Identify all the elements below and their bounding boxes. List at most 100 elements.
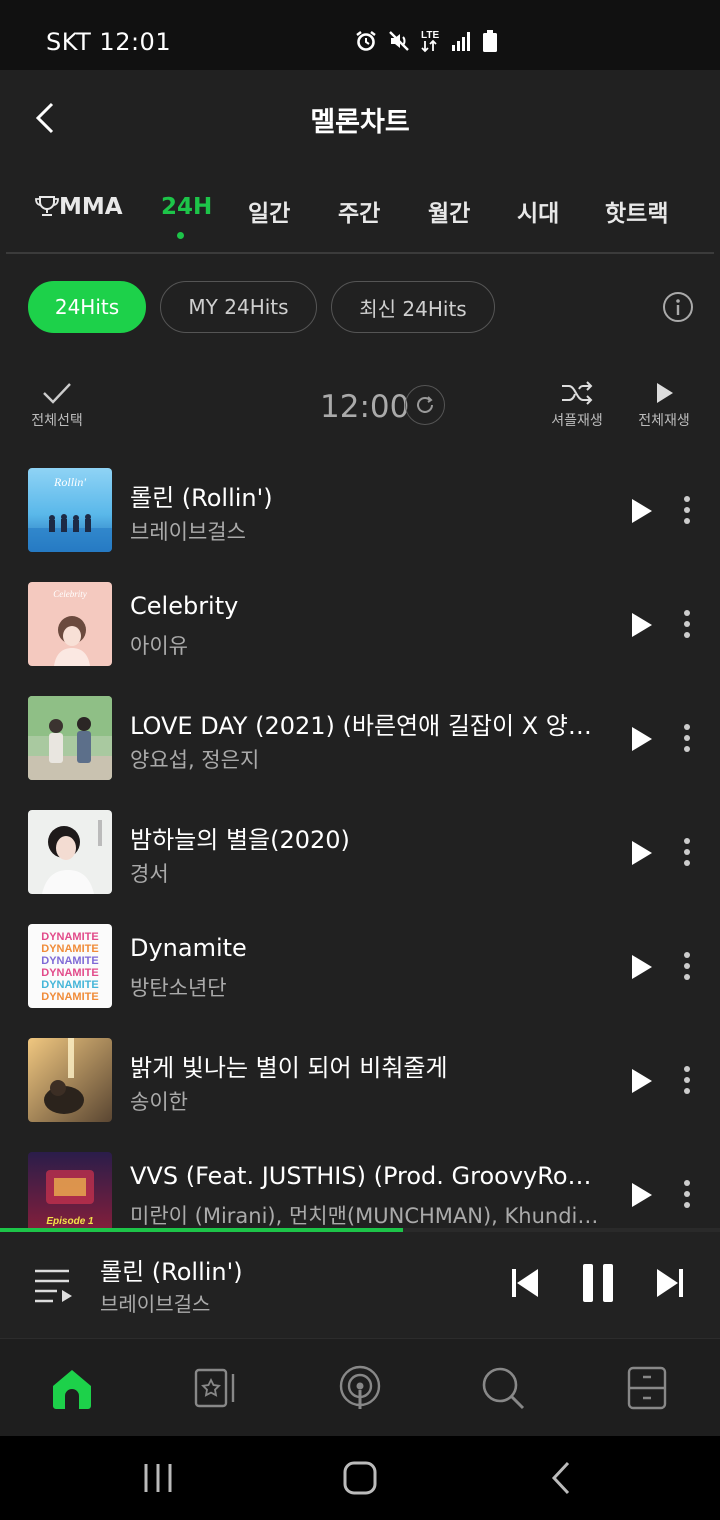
album-cover: Episode 1 — [28, 1152, 112, 1230]
status-bar: SKT 12:01 LTE — [0, 0, 720, 70]
now-playing-artist[interactable]: 브레이브걸스 — [100, 1288, 210, 1317]
starred-playlist-icon — [194, 1368, 235, 1408]
song-artist: 양요섭, 정은지 — [130, 748, 260, 772]
song-row[interactable]: 밤하늘의 별을(2020) 경서 — [0, 810, 720, 894]
song-title: Dynamite — [130, 934, 247, 962]
nav-my-music[interactable] — [190, 1363, 240, 1413]
song-row[interactable]: 밝게 빛나는 별이 되어 비춰줄게 송이한 — [0, 1038, 720, 1122]
battery-icon — [483, 30, 497, 52]
nav-storage[interactable] — [622, 1363, 672, 1413]
carrier-label: SKT — [46, 28, 92, 56]
tab-daily[interactable]: 일간 — [248, 194, 290, 228]
shuffle-icon — [562, 381, 593, 405]
tab-monthly[interactable]: 월간 — [428, 194, 470, 228]
nav-home[interactable] — [47, 1363, 97, 1413]
song-row[interactable]: LOVE DAY (2021) (바른연애 길잡이 X 양요섭, 정은지) 양요… — [0, 696, 720, 780]
alarm-icon — [356, 31, 376, 51]
more-options-icon[interactable] — [676, 608, 698, 640]
more-options-icon[interactable] — [676, 494, 698, 526]
next-track-icon[interactable] — [653, 1266, 687, 1300]
status-left: SKT 12:01 — [46, 28, 171, 56]
nav-station[interactable] — [335, 1363, 385, 1413]
album-cover — [28, 696, 112, 780]
play-all-button[interactable]: 전체재생 — [628, 381, 700, 430]
song-title: 밝게 빛나는 별이 되어 비춰줄게 — [130, 1054, 448, 1082]
song-title: LOVE DAY (2021) (바른연애 길잡이 X 양요섭, 정은지) — [130, 712, 600, 740]
svg-text:DYNAMITE: DYNAMITE — [41, 943, 98, 955]
song-title: 롤린 (Rollin') — [130, 484, 273, 512]
system-navigation — [0, 1436, 720, 1520]
play-icon[interactable] — [626, 838, 656, 868]
mute-icon — [389, 31, 409, 51]
song-title: VVS (Feat. JUSTHIS) (Prod. GroovyRoom) — [130, 1162, 600, 1190]
shuffle-play-button[interactable]: 셔플재생 — [540, 381, 614, 430]
tab-hot-track[interactable]: 핫트랙 — [605, 194, 668, 228]
play-icon[interactable] — [626, 1066, 656, 1096]
svg-text:Episode 1: Episode 1 — [46, 1216, 94, 1227]
album-cover: Celebrity — [28, 582, 112, 666]
previous-track-icon[interactable] — [508, 1266, 542, 1300]
recent-apps-icon[interactable] — [138, 1458, 178, 1498]
svg-text:DYNAMITE: DYNAMITE — [41, 991, 98, 1003]
home-button-icon[interactable] — [340, 1458, 380, 1498]
play-icon[interactable] — [626, 952, 656, 982]
info-icon[interactable] — [662, 291, 694, 323]
svg-text:Rollin': Rollin' — [53, 475, 86, 489]
album-cover: Rollin' — [28, 468, 112, 552]
more-options-icon[interactable] — [676, 836, 698, 868]
song-row[interactable]: DYNAMITE DYNAMITE DYNAMITE DYNAMITE DYNA… — [0, 924, 720, 1008]
song-artist: 아이유 — [130, 634, 188, 658]
bottom-navigation — [0, 1338, 720, 1436]
play-icon[interactable] — [626, 724, 656, 754]
song-artist: 경서 — [130, 862, 169, 886]
search-icon — [482, 1367, 525, 1410]
check-icon — [43, 383, 71, 404]
play-icon[interactable] — [626, 610, 656, 640]
more-options-icon[interactable] — [676, 722, 698, 754]
refresh-icon — [417, 396, 433, 413]
tab-mma-label: MMA — [59, 194, 123, 220]
more-options-icon[interactable] — [676, 1178, 698, 1210]
trophy-icon — [35, 196, 59, 216]
list-controls: 전체선택 12:00 셔플재생 전체재생 — [0, 375, 720, 445]
tab-era[interactable]: 시대 — [517, 194, 559, 228]
chart-time: 12:00 — [320, 389, 410, 425]
song-list: Rollin' 롤린 (Rollin') 브레이브걸스 Celebrity Ce… — [0, 468, 720, 1230]
refresh-button[interactable] — [405, 385, 445, 425]
album-cover: DYNAMITE DYNAMITE DYNAMITE DYNAMITE DYNA… — [28, 924, 112, 1008]
song-title: Celebrity — [130, 592, 239, 620]
now-playing-title[interactable]: 롤린 (Rollin') — [100, 1252, 243, 1287]
more-options-icon[interactable] — [676, 950, 698, 982]
chart-tabs: MMA 24H 일간 주간 월간 시대 핫트랙 — [0, 166, 720, 254]
tabs-divider — [6, 252, 714, 254]
song-artist: 송이한 — [130, 1090, 188, 1114]
nav-search[interactable] — [478, 1363, 528, 1413]
playlist-icon[interactable] — [32, 1264, 74, 1304]
svg-text:DYNAMITE: DYNAMITE — [41, 955, 98, 967]
play-icon[interactable] — [626, 496, 656, 526]
chip-my-24hits[interactable]: MY 24Hits — [160, 281, 317, 333]
svg-text:DYNAMITE: DYNAMITE — [41, 931, 98, 943]
shuffle-label: 셔플재생 — [551, 413, 603, 429]
song-row[interactable]: Celebrity Celebrity 아이유 — [0, 582, 720, 666]
status-time: 12:01 — [99, 28, 172, 56]
chip-24hits[interactable]: 24Hits — [28, 281, 146, 333]
signal-icon — [452, 32, 470, 51]
tab-24h[interactable]: 24H — [161, 194, 212, 220]
drawer-icon — [627, 1366, 667, 1410]
tab-weekly[interactable]: 주간 — [338, 194, 380, 228]
song-row[interactable]: Rollin' 롤린 (Rollin') 브레이브걸스 — [0, 468, 720, 552]
play-all-label: 전체재생 — [638, 413, 690, 429]
play-icon[interactable] — [626, 1180, 656, 1210]
status-icons: LTE — [354, 28, 498, 54]
system-back-icon[interactable] — [542, 1458, 582, 1498]
pause-icon[interactable] — [578, 1262, 618, 1304]
song-row[interactable]: Episode 1 VVS (Feat. JUSTHIS) (Prod. Gro… — [0, 1152, 720, 1230]
chip-latest-24hits[interactable]: 최신 24Hits — [331, 281, 495, 333]
more-options-icon[interactable] — [676, 1064, 698, 1096]
tab-mma[interactable]: MMA — [35, 194, 123, 220]
select-all-label: 전체선택 — [31, 413, 83, 429]
song-artist: 미란이 (Mirani), 먼치맨(MUNCHMAN), Khundi Pand… — [130, 1204, 600, 1228]
select-all-button[interactable]: 전체선택 — [22, 381, 92, 430]
svg-text:Celebrity: Celebrity — [53, 589, 87, 599]
